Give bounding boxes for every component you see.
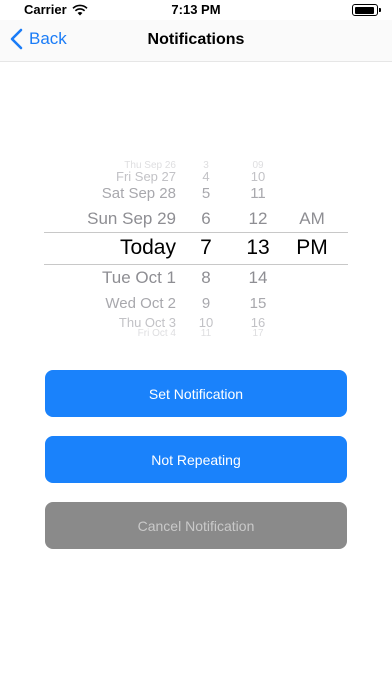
date-option[interactable]: Tue Oct 1: [44, 268, 176, 288]
battery-icon: [352, 4, 381, 16]
hour-option[interactable]: 5: [186, 185, 226, 202]
date-option[interactable]: Fri Oct 4: [44, 328, 176, 339]
minute-option[interactable]: 10: [236, 169, 280, 184]
ampm-option[interactable]: AM: [288, 209, 336, 229]
hour-option-selected[interactable]: 7: [186, 236, 226, 260]
minute-option-selected[interactable]: 13: [236, 236, 280, 260]
hour-option[interactable]: 6: [186, 209, 226, 229]
hour-option[interactable]: 9: [186, 295, 226, 312]
date-wheel[interactable]: Thu Sep 26 Fri Sep 27 Sat Sep 28 Sun Sep…: [44, 160, 176, 339]
minute-wheel[interactable]: 09 10 11 12 13 14 15 16 17: [236, 160, 280, 339]
hour-wheel[interactable]: 3 4 5 6 7 8 9 10 11: [186, 160, 226, 339]
date-option[interactable]: Sat Sep 28: [44, 185, 176, 202]
minute-option[interactable]: 11: [236, 185, 280, 202]
date-option[interactable]: Sun Sep 29: [44, 209, 176, 229]
hour-option[interactable]: 4: [186, 169, 226, 184]
page-title: Notifications: [147, 31, 245, 48]
ampm-option-selected[interactable]: PM: [288, 236, 336, 260]
date-option-selected[interactable]: Today: [44, 236, 176, 260]
not-repeating-button[interactable]: Not Repeating: [45, 436, 347, 483]
hour-option[interactable]: 8: [186, 268, 226, 288]
minute-option[interactable]: 12: [236, 209, 280, 229]
date-time-picker[interactable]: Thu Sep 26 Fri Sep 27 Sat Sep 28 Sun Sep…: [0, 160, 392, 339]
status-time: 7:13 PM: [171, 2, 221, 17]
minute-option[interactable]: 14: [236, 268, 280, 288]
date-option[interactable]: Fri Sep 27: [44, 169, 176, 184]
cancel-notification-button[interactable]: Cancel Notification: [45, 502, 347, 549]
hour-option[interactable]: 11: [186, 328, 226, 339]
status-bar: Carrier 7:13 PM: [0, 0, 392, 20]
date-option[interactable]: Wed Oct 2: [44, 295, 176, 312]
navigation-bar: Back Notifications: [0, 20, 392, 62]
minute-option[interactable]: 17: [236, 328, 280, 339]
set-notification-button[interactable]: Set Notification: [45, 370, 347, 417]
minute-option[interactable]: 15: [236, 295, 280, 312]
ampm-wheel[interactable]: AM PM: [288, 160, 336, 332]
